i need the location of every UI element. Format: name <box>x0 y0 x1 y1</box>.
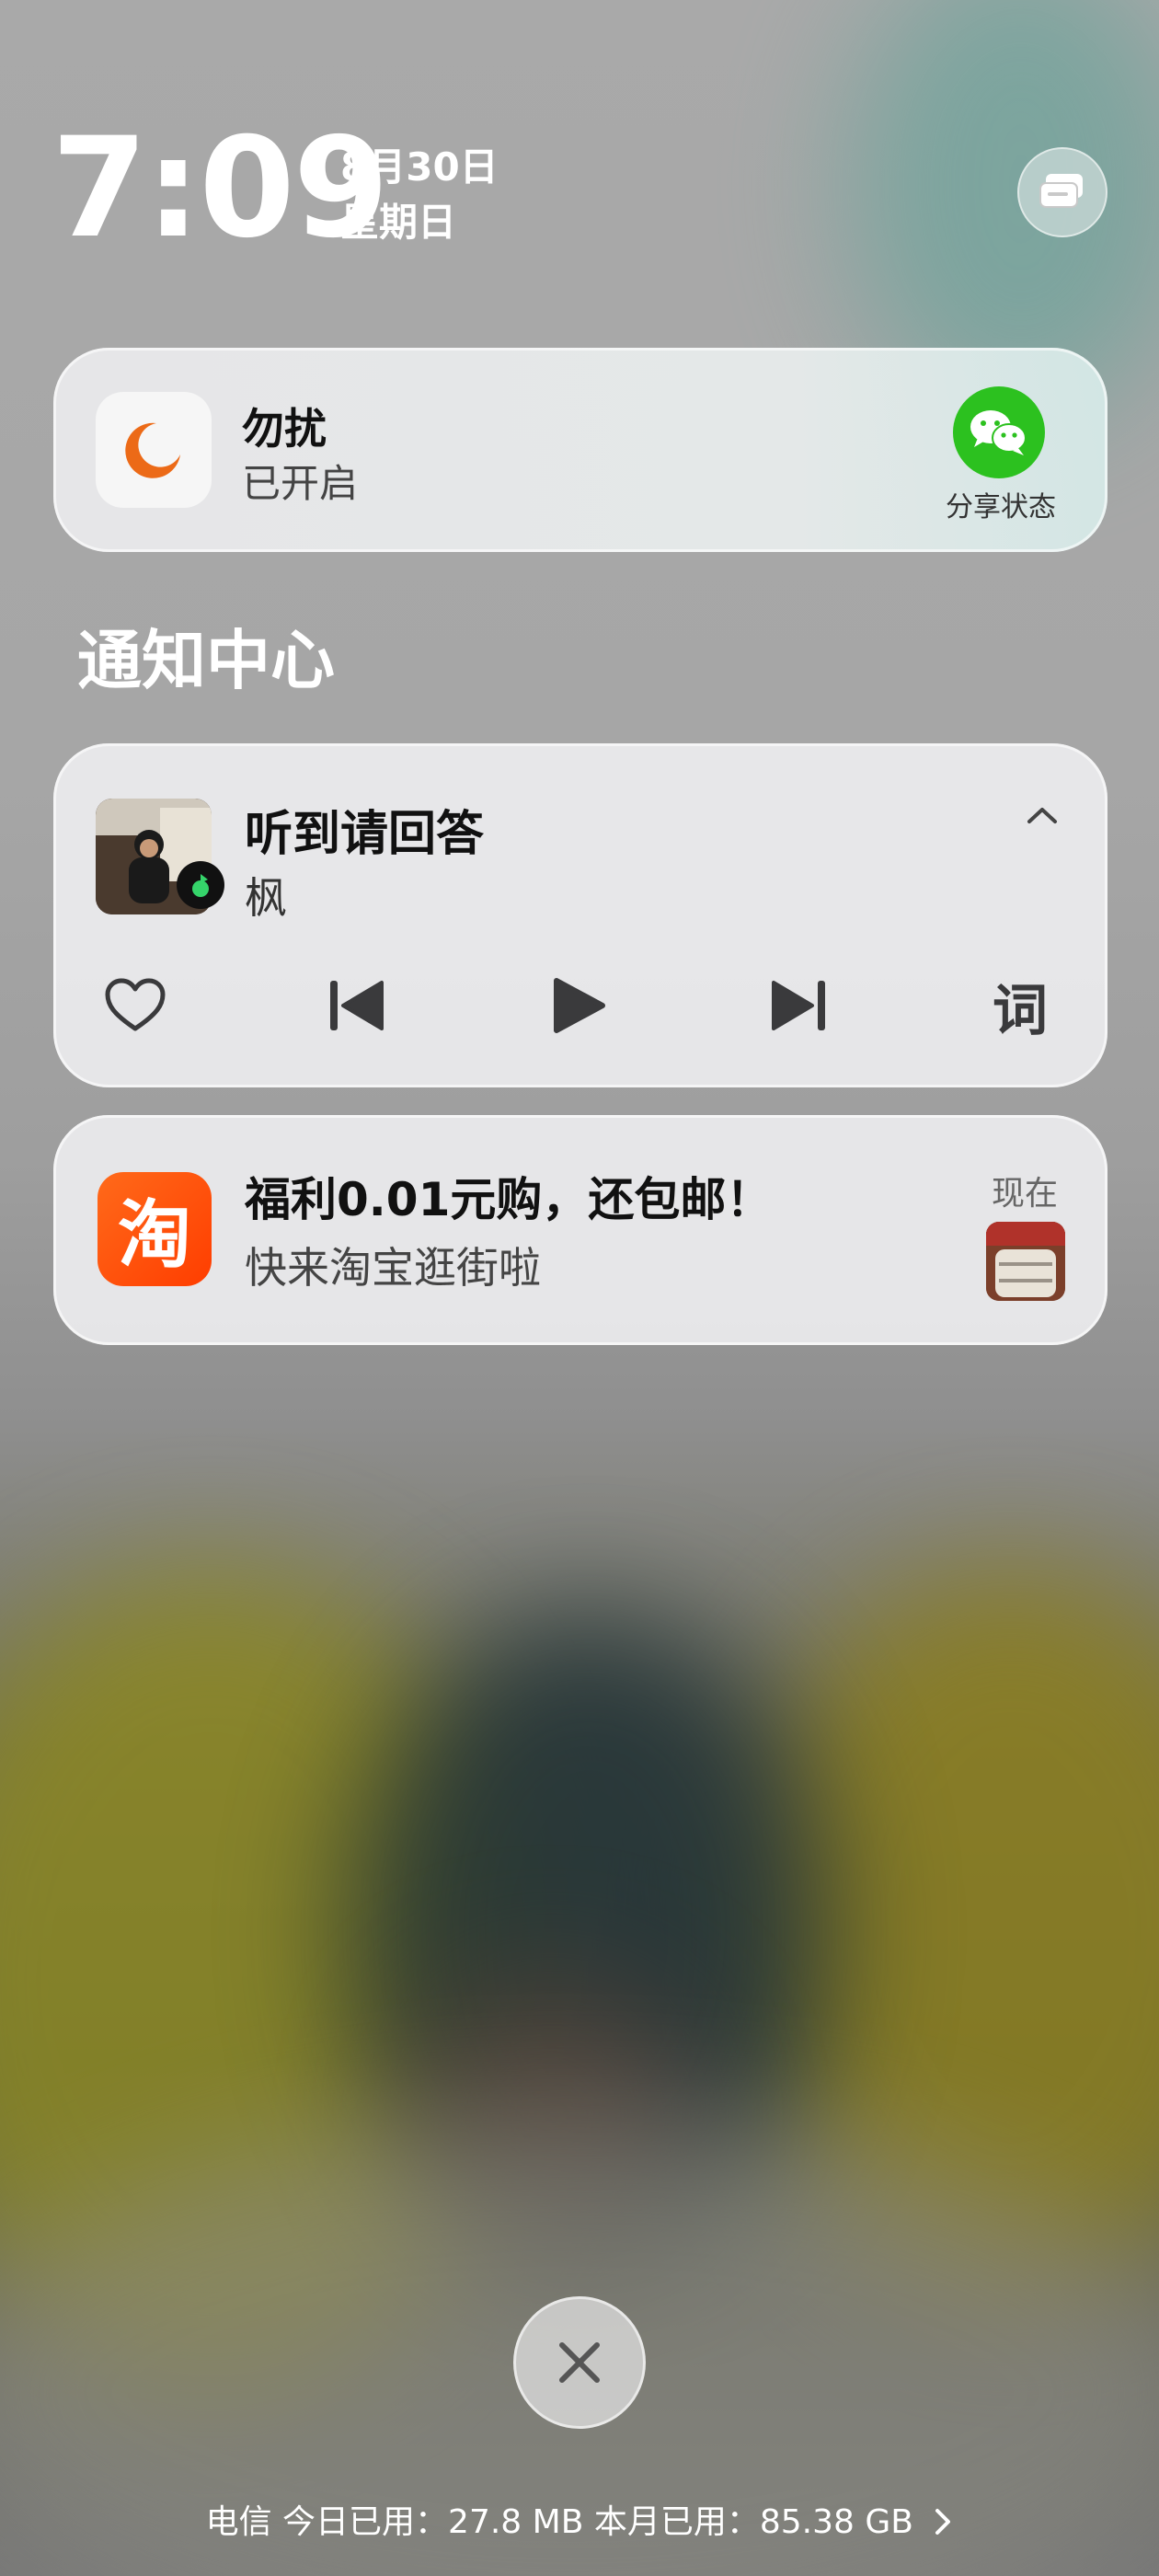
notification-center-title: 通知中心 <box>77 623 335 698</box>
heart-icon <box>105 978 166 1031</box>
wechat-icon <box>970 410 1027 455</box>
play-button[interactable] <box>537 964 620 1047</box>
clear-notifications-button[interactable] <box>513 2296 646 2429</box>
taobao-notification[interactable]: 淘 福利0.01元购，还包邮！ 快来淘宝逛街啦 现在 <box>53 1115 1107 1345</box>
share-status-label[interactable]: 分享状态 <box>927 484 1074 524</box>
skip-next-icon <box>772 981 825 1030</box>
play-icon <box>554 978 605 1033</box>
weekday-text: 星期日 <box>340 200 457 245</box>
dnd-card[interactable]: 勿扰 已开启 分享状态 <box>53 348 1107 552</box>
lock-date: 8月30日 星期日 <box>340 140 499 250</box>
taobao-app-icon: 淘 <box>98 1172 212 1286</box>
notification-style-button[interactable] <box>1017 147 1107 237</box>
date-text: 8月30日 <box>340 144 499 190</box>
music-app-badge <box>177 861 224 909</box>
wechat-share-button[interactable] <box>953 386 1045 478</box>
data-usage-text: 电信 今日已用：27.8 MB 本月已用：85.38 GB <box>205 2503 913 2541</box>
notification-thumbnail <box>986 1222 1065 1301</box>
music-player-card[interactable]: 听到请回答 枫 词 <box>53 743 1107 1087</box>
lyrics-button[interactable]: 词 <box>979 964 1061 1047</box>
dnd-app-icon <box>96 392 212 508</box>
message-stack-icon <box>1039 174 1083 208</box>
next-track-button[interactable] <box>758 964 841 1047</box>
collapse-button[interactable] <box>1010 788 1074 843</box>
data-usage-bar[interactable]: 电信 今日已用：27.8 MB 本月已用：85.38 GB <box>0 2495 1159 2543</box>
lock-clock: 7:09 <box>52 109 389 269</box>
notification-title: 福利0.01元购，还包邮！ <box>245 1173 773 1226</box>
previous-track-button[interactable] <box>315 964 397 1047</box>
music-app-icon <box>192 874 209 897</box>
like-button[interactable] <box>94 964 177 1047</box>
close-icon <box>559 2342 600 2383</box>
dnd-status: 已开启 <box>242 461 359 506</box>
notification-body: 快来淘宝逛街啦 <box>245 1243 541 1293</box>
chevron-right-icon <box>935 2509 951 2535</box>
song-title: 听到请回答 <box>245 807 485 862</box>
skip-previous-icon <box>330 981 384 1030</box>
dnd-title: 勿扰 <box>242 404 327 454</box>
moon-icon <box>125 422 180 478</box>
chevron-up-icon <box>1027 808 1057 823</box>
notification-time: 现在 <box>992 1175 1059 1213</box>
song-artist: 枫 <box>245 873 287 923</box>
